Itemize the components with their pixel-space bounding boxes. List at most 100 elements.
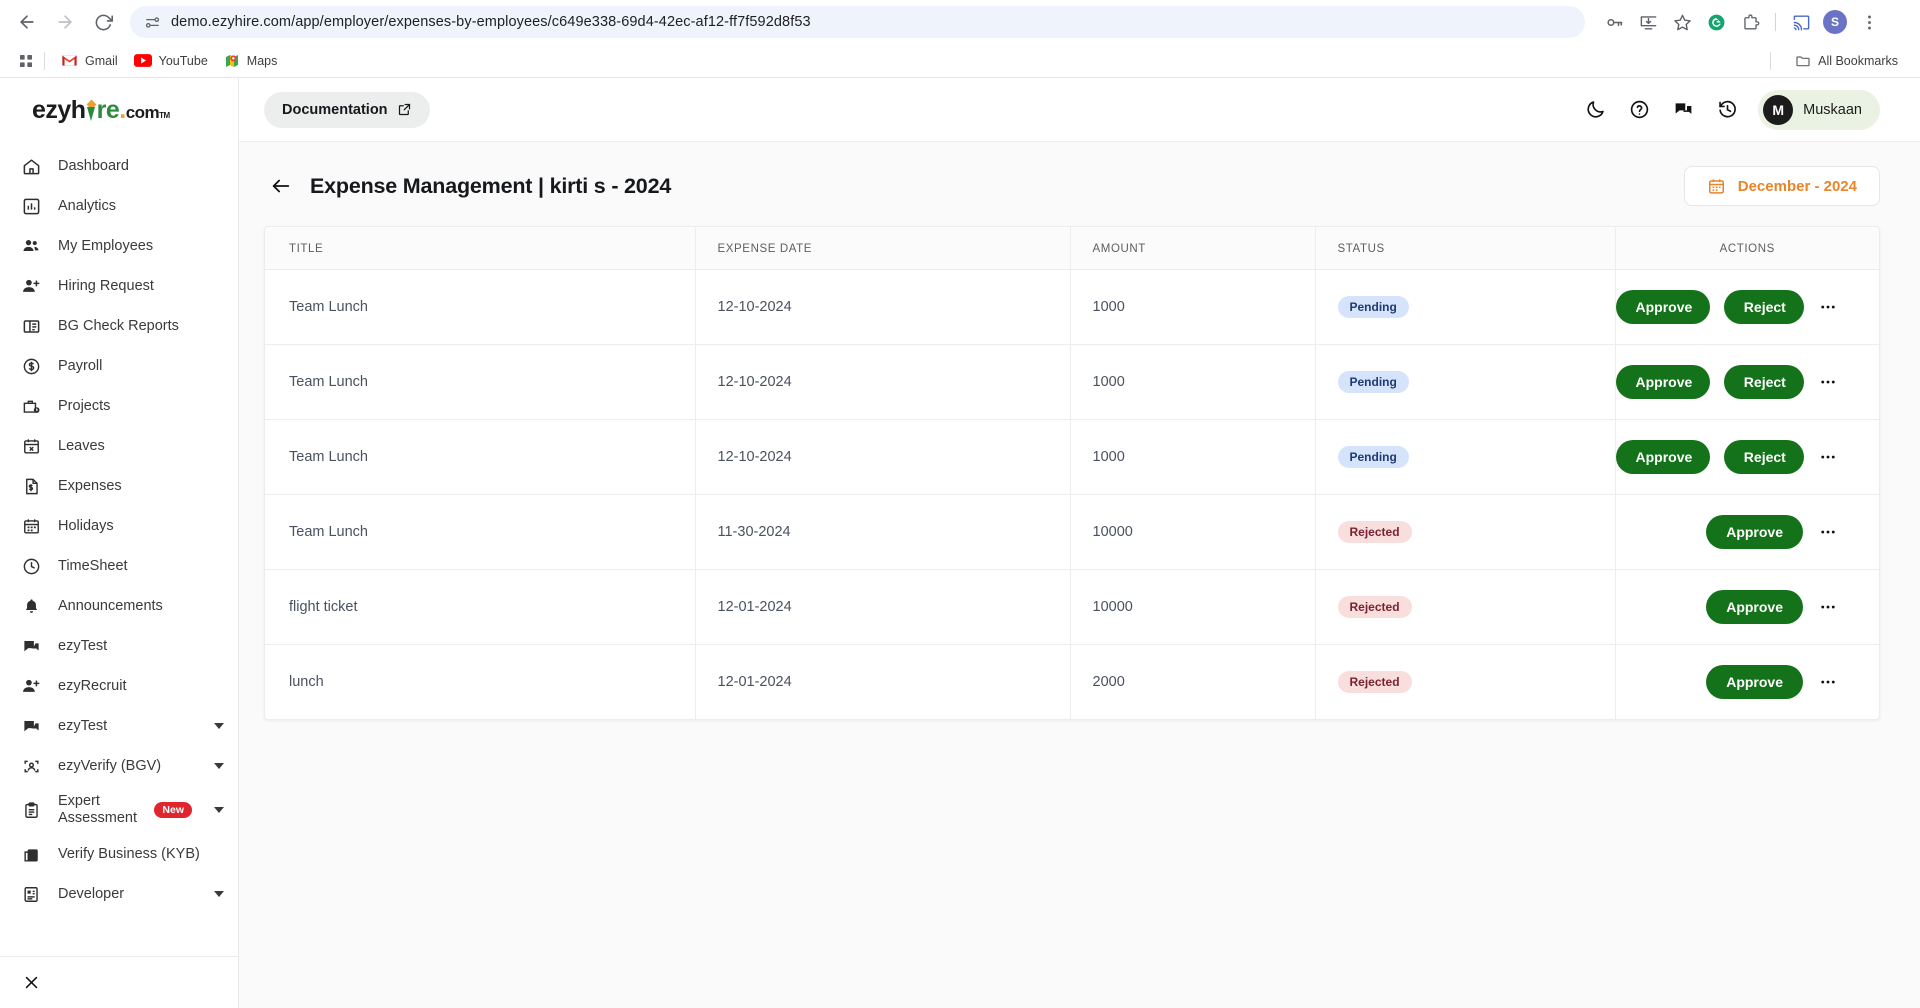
table-row[interactable]: lunch 12-01-2024 2000 Rejected Approve <box>265 644 1879 719</box>
toolbar-divider <box>1775 13 1776 31</box>
cell-date: 12-10-2024 <box>694 269 1070 345</box>
reject-button[interactable]: Reject <box>1723 365 1804 399</box>
password-key-icon[interactable] <box>1599 7 1629 37</box>
approve-button[interactable]: Approve <box>1706 665 1803 699</box>
chrome-menu-icon[interactable] <box>1854 7 1884 37</box>
app-topbar: Documentation M Muskaan <box>239 78 1920 142</box>
approve-button[interactable]: Approve <box>1706 590 1803 624</box>
column-header-amount[interactable]: AMOUNT <box>1069 227 1315 270</box>
browser-forward-button[interactable] <box>48 5 82 39</box>
sidebar-item-projects[interactable]: Projects <box>0 386 238 426</box>
topbar-actions: M Muskaan <box>1582 89 1880 130</box>
table-row[interactable]: Team Lunch 11-30-2024 10000 Rejected App… <box>265 494 1879 570</box>
kebab-menu-icon[interactable] <box>1817 521 1839 543</box>
help-icon[interactable] <box>1626 97 1652 123</box>
all-bookmarks-button[interactable]: All Bookmarks <box>1787 50 1906 72</box>
user-name: Muskaan <box>1803 101 1862 118</box>
column-header-title[interactable]: TITLE <box>265 227 695 270</box>
cell-amount: 2000 <box>1069 644 1315 719</box>
back-button[interactable] <box>264 169 298 203</box>
table-row[interactable]: Team Lunch 12-10-2024 1000 Pending Appro… <box>265 269 1879 345</box>
sidebar-item-ezytest-2[interactable]: ezyTest <box>0 706 238 746</box>
column-header-actions[interactable]: ACTIONS <box>1614 227 1879 270</box>
new-badge: New <box>154 802 192 818</box>
bookmark-star-icon[interactable] <box>1667 7 1697 37</box>
home-icon <box>20 155 42 177</box>
cell-title: Team Lunch <box>265 344 695 420</box>
column-header-status[interactable]: STATUS <box>1314 227 1615 270</box>
kebab-menu-icon[interactable] <box>1818 296 1839 318</box>
sidebar-item-ezytest-1[interactable]: ezyTest <box>0 626 238 666</box>
sidebar-item-timesheet[interactable]: TimeSheet <box>0 546 238 586</box>
cast-icon[interactable] <box>1786 7 1816 37</box>
omnibox[interactable]: demo.ezyhire.com/app/employer/expenses-b… <box>130 6 1585 38</box>
approve-button[interactable]: Approve <box>1706 515 1803 549</box>
sidebar-item-my-employees[interactable]: My Employees <box>0 226 238 266</box>
cell-title: Team Lunch <box>265 494 695 570</box>
cell-actions: Approve Reject <box>1614 269 1879 345</box>
cell-date: 12-10-2024 <box>694 419 1070 495</box>
kebab-menu-icon[interactable] <box>1818 446 1839 468</box>
profile-avatar[interactable]: S <box>1820 7 1850 37</box>
table-row[interactable]: Team Lunch 12-10-2024 1000 Pending Appro… <box>265 419 1879 495</box>
approve-button[interactable]: Approve <box>1615 365 1710 399</box>
approve-button[interactable]: Approve <box>1615 290 1710 324</box>
sidebar-item-payroll[interactable]: Payroll <box>0 346 238 386</box>
all-bookmarks-area: All Bookmarks <box>1766 50 1906 72</box>
site-settings-icon[interactable] <box>144 14 161 31</box>
cell-status: Rejected <box>1314 569 1615 645</box>
user-menu[interactable]: M Muskaan <box>1758 89 1880 130</box>
cell-actions: Approve <box>1614 494 1879 570</box>
chevron-down-icon[interactable] <box>214 723 224 729</box>
app-logo[interactable]: ezyh r e. com TM <box>0 78 238 142</box>
sidebar-item-bg-check-reports[interactable]: BG Check Reports <box>0 306 238 346</box>
kebab-menu-icon[interactable] <box>1817 671 1839 693</box>
report-icon <box>20 315 42 337</box>
apps-grid-icon[interactable] <box>12 48 40 74</box>
sidebar-item-developer[interactable]: Developer <box>0 874 238 914</box>
analytics-icon <box>20 195 42 217</box>
sidebar-item-label: Payroll <box>58 357 103 374</box>
sidebar-item-ezyrecruit[interactable]: ezyRecruit <box>0 666 238 706</box>
browser-back-button[interactable] <box>10 5 44 39</box>
cell-actions: Approve <box>1614 569 1879 645</box>
table-row[interactable]: flight ticket 12-01-2024 10000 Rejected … <box>265 569 1879 645</box>
chat-icon[interactable] <box>1670 97 1696 123</box>
browser-reload-button[interactable] <box>86 5 120 39</box>
bookmark-gmail[interactable]: Gmail <box>53 51 126 71</box>
documentation-button[interactable]: Documentation <box>264 91 430 128</box>
install-app-icon[interactable] <box>1633 7 1663 37</box>
bookmark-youtube[interactable]: YouTube <box>126 51 216 71</box>
sidebar-item-expert-assessment[interactable]: Expert Assessment New <box>0 786 238 834</box>
grammarly-icon[interactable] <box>1701 7 1731 37</box>
sidebar-item-leaves[interactable]: Leaves <box>0 426 238 466</box>
dark-mode-icon[interactable] <box>1582 97 1608 123</box>
close-icon[interactable] <box>20 972 42 994</box>
chevron-down-icon[interactable] <box>214 891 224 897</box>
sidebar-item-verify-business-kyb[interactable]: Verify Business (KYB) <box>0 834 238 874</box>
sidebar-item-hiring-request[interactable]: Hiring Request <box>0 266 238 306</box>
sidebar-item-analytics[interactable]: Analytics <box>0 186 238 226</box>
column-header-expense-date[interactable]: EXPENSE DATE <box>694 227 1070 270</box>
sidebar-item-ezyverify-bgv[interactable]: ezyVerify (BGV) <box>0 746 238 786</box>
reject-button[interactable]: Reject <box>1723 290 1804 324</box>
sidebar-item-holidays[interactable]: Holidays <box>0 506 238 546</box>
chevron-down-icon[interactable] <box>214 807 224 813</box>
sidebar-item-expenses[interactable]: Expenses <box>0 466 238 506</box>
table-row[interactable]: Team Lunch 12-10-2024 1000 Pending Appro… <box>265 344 1879 420</box>
reject-button[interactable]: Reject <box>1723 440 1804 474</box>
approve-button[interactable]: Approve <box>1615 440 1710 474</box>
date-filter-button[interactable]: December - 2024 <box>1683 166 1880 206</box>
expenses-card: TITLE EXPENSE DATE AMOUNT STATUS ACTIONS… <box>264 226 1880 720</box>
sidebar-item-label: ezyTest <box>58 717 108 734</box>
sidebar-nav: Dashboard Analytics My Employees Hiring … <box>0 142 238 956</box>
kebab-menu-icon[interactable] <box>1817 596 1839 618</box>
extensions-icon[interactable] <box>1735 7 1765 37</box>
sidebar-item-dashboard[interactable]: Dashboard <box>0 146 238 186</box>
chevron-down-icon[interactable] <box>214 763 224 769</box>
bookmark-maps[interactable]: Maps <box>216 50 286 72</box>
kebab-menu-icon[interactable] <box>1818 371 1839 393</box>
logo-text: ezyh r e. com TM <box>32 96 170 125</box>
sidebar-item-announcements[interactable]: Announcements <box>0 586 238 626</box>
history-icon[interactable] <box>1714 97 1740 123</box>
